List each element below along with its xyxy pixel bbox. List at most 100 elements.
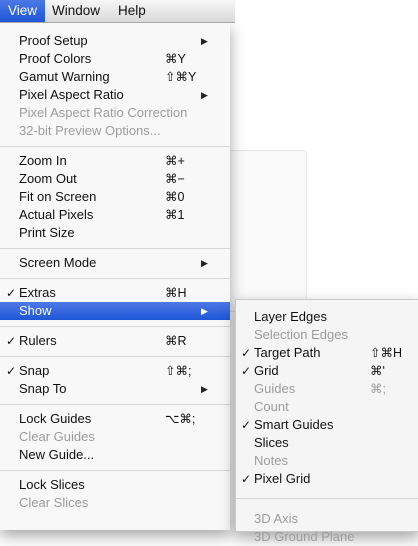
- view_menu-item-pixel-aspect-ratio-correction: Pixel Aspect Ratio Correction: [0, 104, 230, 122]
- shortcut-label: ⌘': [370, 364, 385, 378]
- view_menu-item-zoom-in[interactable]: Zoom In ⌘+: [0, 152, 230, 170]
- menu-separator: [0, 248, 230, 249]
- shortcut-label: ⌘R: [165, 334, 187, 348]
- menu-item-label: Snap: [19, 363, 50, 378]
- menu-item-label: Zoom Out: [19, 171, 77, 186]
- triangle-right-icon: ▶: [201, 258, 208, 268]
- view_menu-item-lock-slices[interactable]: Lock Slices: [0, 476, 230, 494]
- menu-item-label: Layer Edges: [254, 309, 327, 324]
- menu-separator: [236, 498, 418, 499]
- view_menu-item-pixel-aspect-ratio[interactable]: Pixel Aspect Ratio ▶: [0, 86, 230, 104]
- menu-item-label: Rulers: [19, 333, 57, 348]
- menu-item-label: Pixel Aspect Ratio Correction: [19, 105, 188, 120]
- triangle-right-icon: ▶: [201, 36, 208, 46]
- shortcut-label: ⌥⌘;: [165, 412, 196, 426]
- triangle-right-icon: ▶: [201, 90, 208, 100]
- view_menu-item-proof-colors[interactable]: Proof Colors ⌘Y: [0, 50, 230, 68]
- view_menu-item-proof-setup[interactable]: Proof Setup ▶: [0, 32, 230, 50]
- checkmark-icon: ✓: [240, 346, 252, 360]
- shortcut-label: ⇧⌘H: [370, 346, 403, 360]
- menu-item-label: Grid: [254, 363, 279, 378]
- shortcut-label: ⌘+: [165, 154, 185, 168]
- menu-item-label: Selection Edges: [254, 327, 348, 342]
- shortcut-label: ⌘−: [165, 172, 185, 186]
- shortcut-label: ⇧⌘;: [165, 364, 192, 378]
- checkmark-icon: ✓: [5, 286, 17, 300]
- triangle-right-icon: ▶: [201, 306, 208, 316]
- menu-item-label: Proof Setup: [19, 33, 88, 48]
- menu-item-label: 32-bit Preview Options...: [19, 123, 161, 138]
- checkmark-icon: ✓: [240, 472, 252, 486]
- menu-item-label: Show: [19, 303, 52, 318]
- menu-item-label: Slices: [254, 435, 289, 450]
- view_menu-item-extras[interactable]: ✓ Extras ⌘H: [0, 284, 230, 302]
- menu-item-label: Pixel Grid: [254, 471, 311, 486]
- shortcut-label: ⌘0: [165, 190, 185, 204]
- menu-bar: View Window Help: [0, 0, 235, 23]
- menu-item-label: Print Size: [19, 225, 75, 240]
- show_submenu-item-target-path[interactable]: ✓ Target Path ⇧⌘H: [236, 344, 418, 362]
- shortcut-label: ⌘;: [370, 382, 386, 396]
- menu-item-label: Zoom In: [19, 153, 67, 168]
- show_submenu-item-3d-axis: 3D Axis: [236, 510, 418, 528]
- view_menu-item-zoom-out[interactable]: Zoom Out ⌘−: [0, 170, 230, 188]
- menu-item-label: Gamut Warning: [19, 69, 110, 84]
- triangle-right-icon: ▶: [201, 384, 208, 394]
- view-menu-dropdown: Proof Setup ▶ Proof Colors ⌘Y Gamut Warning ⇧…: [0, 22, 230, 530]
- menu-item-label: New Guide...: [19, 447, 95, 462]
- menu-separator: [0, 326, 230, 327]
- show_submenu-item-notes: Notes: [236, 452, 418, 470]
- menu-item-label: Fit on Screen: [19, 189, 97, 204]
- menu-view[interactable]: View: [0, 0, 46, 22]
- show_submenu-item-count: Count: [236, 398, 418, 416]
- menu-separator: [0, 278, 230, 279]
- view_menu-item-lock-guides[interactable]: Lock Guides ⌥⌘;: [0, 410, 230, 428]
- show_submenu-item-slices[interactable]: Slices: [236, 434, 418, 452]
- show_submenu-item-3d-ground-plane: 3D Ground Plane: [236, 528, 418, 546]
- view_menu-item-screen-mode[interactable]: Screen Mode ▶: [0, 254, 230, 272]
- menu-item-label: Pixel Aspect Ratio: [19, 87, 124, 102]
- menu-item-label: Guides: [254, 381, 296, 396]
- view_menu-item-clear-slices: Clear Slices: [0, 494, 230, 512]
- view_menu-item-new-guide[interactable]: New Guide...: [0, 446, 230, 464]
- shortcut-label: ⌘Y: [165, 52, 186, 66]
- shortcut-label: ⌘H: [165, 286, 187, 300]
- menu-item-label: Actual Pixels: [19, 207, 94, 222]
- checkmark-icon: ✓: [240, 364, 252, 378]
- show_submenu-item-pixel-grid[interactable]: ✓ Pixel Grid: [236, 470, 418, 488]
- view_menu-item-print-size[interactable]: Print Size: [0, 224, 230, 242]
- menu-item-label: Target Path: [254, 345, 321, 360]
- menu-item-label: 3D Axis: [254, 511, 299, 526]
- menu-item-label: Lock Slices: [19, 477, 85, 492]
- menu-item-label: Extras: [19, 285, 56, 300]
- show_submenu-item-selection-edges: Selection Edges: [236, 326, 418, 344]
- show_submenu-item-grid[interactable]: ✓ Grid ⌘': [236, 362, 418, 380]
- menu-item-label: Clear Guides: [19, 429, 95, 444]
- menu-item-label: Proof Colors: [19, 51, 92, 66]
- shortcut-label: ⇧⌘Y: [165, 70, 197, 84]
- menu-item-label: Clear Slices: [19, 495, 89, 510]
- view_menu-item-actual-pixels[interactable]: Actual Pixels ⌘1: [0, 206, 230, 224]
- shortcut-label: ⌘1: [165, 208, 185, 222]
- checkmark-icon: ✓: [240, 418, 252, 432]
- show_submenu-item-layer-edges[interactable]: Layer Edges: [236, 308, 418, 326]
- checkmark-icon: ✓: [5, 364, 17, 378]
- view_menu-item-32-bit-preview-options: 32-bit Preview Options...: [0, 122, 230, 140]
- menu-separator: [0, 404, 230, 405]
- menu-separator: [0, 470, 230, 471]
- menu-item-label: Lock Guides: [19, 411, 92, 426]
- menu-item-label: Screen Mode: [19, 255, 97, 270]
- view_menu-item-fit-on-screen[interactable]: Fit on Screen ⌘0: [0, 188, 230, 206]
- view_menu-item-snap[interactable]: ✓ Snap ⇧⌘;: [0, 362, 230, 380]
- view_menu-item-rulers[interactable]: ✓ Rulers ⌘R: [0, 332, 230, 350]
- show_submenu-item-guides: Guides ⌘;: [236, 380, 418, 398]
- view_menu-item-show[interactable]: Show ▶: [0, 302, 230, 320]
- view_menu-item-snap-to[interactable]: Snap To ▶: [0, 380, 230, 398]
- menu-window[interactable]: Window: [44, 0, 108, 22]
- view_menu-item-gamut-warning[interactable]: Gamut Warning ⇧⌘Y: [0, 68, 230, 86]
- show_submenu-item-smart-guides[interactable]: ✓ Smart Guides: [236, 416, 418, 434]
- checkmark-icon: ✓: [5, 334, 17, 348]
- menu-help[interactable]: Help: [110, 0, 154, 22]
- show-submenu: Layer Edges Selection Edges ✓ Target Path ⇧⌘…: [235, 299, 418, 544]
- view_menu-item-clear-guides: Clear Guides: [0, 428, 230, 446]
